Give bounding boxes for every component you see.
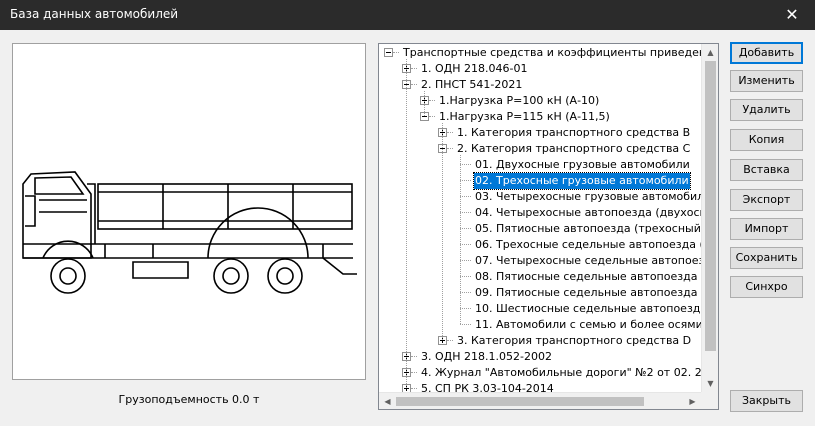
scroll-right-icon[interactable]: ▶ <box>684 393 701 409</box>
tree-item-label: 03. Четырехосные грузовые автомобили <box>475 190 701 203</box>
collapse-icon[interactable] <box>384 48 393 57</box>
scroll-down-icon[interactable]: ▼ <box>702 375 718 392</box>
sync-button[interactable]: Синхро <box>730 276 803 298</box>
close-icon[interactable]: ✕ <box>769 0 815 30</box>
tree-connector <box>460 292 471 293</box>
tree-item-label: Транспортные средства и коэффициенты при… <box>403 46 701 59</box>
tree-item[interactable]: 08. Пятиосные седельные автопоезда (двух <box>379 269 701 285</box>
vertical-scrollbar[interactable]: ▲ ▼ <box>701 44 718 392</box>
tree-connector <box>429 100 435 101</box>
tree-item[interactable]: 1.Нагрузка P=115 кН (А-11,5) <box>379 109 701 125</box>
tree-guide-line <box>460 155 461 324</box>
tree-item-label: 1.Нагрузка P=115 кН (А-11,5) <box>439 110 610 123</box>
add-button[interactable]: Добавить <box>730 42 803 64</box>
tree-item-label: 08. Пятиосные седельные автопоезда (двух <box>475 270 701 283</box>
tree-connector <box>429 116 435 117</box>
tree-item-label: 11. Автомобили с семью и более осями, и … <box>475 318 701 331</box>
tree-item[interactable]: 01. Двухосные грузовые автомобили <box>379 157 701 173</box>
tree-connector <box>411 372 417 373</box>
tree-item-label: 1.Нагрузка P=100 кН (А-10) <box>439 94 600 107</box>
close-button[interactable]: Закрыть <box>730 390 803 412</box>
tree-item[interactable]: Транспортные средства и коэффициенты при… <box>379 45 701 61</box>
tree-content: Транспортные средства и коэффициенты при… <box>379 44 701 392</box>
tree-connector <box>460 324 471 325</box>
tree-connector <box>460 244 471 245</box>
edit-button[interactable]: Изменить <box>730 70 803 92</box>
tree-item[interactable]: 03. Четырехосные грузовые автомобили <box>379 189 701 205</box>
horizontal-scrollbar[interactable]: ◀ ▶ <box>379 392 701 409</box>
tree-item-label: 2. ПНСТ 541-2021 <box>421 78 523 91</box>
tree-connector <box>411 356 417 357</box>
tree-item-label: 05. Пятиосные автопоезда (трехосный груз <box>475 222 701 235</box>
vehicle-preview <box>12 43 366 380</box>
copy-button[interactable]: Копия <box>730 129 803 151</box>
tree-item-label: 09. Пятиосные седельные автопоезда (трех <box>475 286 701 299</box>
tree-item-label: 02. Трехосные грузовые автомобили <box>473 172 691 190</box>
horizontal-scroll-thumb[interactable] <box>396 397 644 406</box>
tree-connector <box>460 276 471 277</box>
tree-connector <box>447 340 453 341</box>
tree-item[interactable]: 3. ОДН 218.1.052-2002 <box>379 349 701 365</box>
tree-item[interactable]: 04. Четырехосные автопоезда (двухосный <box>379 205 701 221</box>
tree-connector <box>447 132 453 133</box>
tree-item-label: 06. Трехосные седельные автопоезда (двух <box>475 238 701 251</box>
tree-connector <box>411 84 417 85</box>
tree-connector <box>460 180 471 181</box>
tree-item-label: 4. Журнал "Автомобильные дороги" №2 от 0… <box>421 366 701 379</box>
tree-item[interactable]: 3. Категория транспортного средства D <box>379 333 701 349</box>
truck-side-view-icon <box>22 171 357 294</box>
tree-item-label: 2. Категория транспортного средства С <box>457 142 691 155</box>
tree-item-label: 01. Двухосные грузовые автомобили <box>475 158 690 171</box>
tree-item[interactable]: 4. Журнал "Автомобильные дороги" №2 от 0… <box>379 365 701 381</box>
tree-item[interactable]: 02. Трехосные грузовые автомобили <box>379 172 701 190</box>
tree-item[interactable]: 10. Шестиосные седельные автопоезда <box>379 301 701 317</box>
tree-item[interactable]: 1.Нагрузка P=100 кН (А-10) <box>379 93 701 109</box>
tree-item-label: 3. Категория транспортного средства D <box>457 334 692 347</box>
tree-connector <box>460 164 471 165</box>
tree-item[interactable]: 07. Четырехосные седельные автопоезда ( <box>379 253 701 269</box>
tree-guide-line <box>424 91 425 116</box>
tree-guide-line <box>406 59 407 388</box>
tree-item-label: 07. Четырехосные седельные автопоезда ( <box>475 254 701 267</box>
vertical-scroll-thumb[interactable] <box>705 61 716 351</box>
import-button[interactable]: Импорт <box>730 218 803 240</box>
tree-item[interactable]: 11. Автомобили с семью и более осями, и … <box>379 317 701 333</box>
tree-connector <box>411 388 417 389</box>
tree-connector <box>460 228 471 229</box>
scroll-corner <box>701 392 718 409</box>
tree-connector <box>460 196 471 197</box>
tree-item-label: 3. ОДН 218.1.052-2002 <box>421 350 552 363</box>
tree-connector <box>460 260 471 261</box>
tree-guide-line <box>442 123 443 340</box>
tree-item[interactable]: 5. СП РК 3.03-104-2014 <box>379 381 701 392</box>
paste-button[interactable]: Вставка <box>730 159 803 181</box>
tree-item[interactable]: 2. Категория транспортного средства С <box>379 141 701 157</box>
window-title: База данных автомобилей <box>10 7 179 21</box>
tree-item[interactable]: 2. ПНСТ 541-2021 <box>379 77 701 93</box>
tree-item[interactable]: 1. ОДН 218.046-01 <box>379 61 701 77</box>
tree-item[interactable]: 1. Категория транспортного средства В <box>379 125 701 141</box>
delete-button[interactable]: Удалить <box>730 99 803 121</box>
tree-connector <box>460 308 471 309</box>
tree-connector <box>460 212 471 213</box>
export-button[interactable]: Экспорт <box>730 189 803 211</box>
tree-connector <box>393 52 399 53</box>
tree-item[interactable]: 06. Трехосные седельные автопоезда (двух <box>379 237 701 253</box>
title-bar: База данных автомобилей ✕ <box>0 0 815 30</box>
tree-item-label: 1. Категория транспортного средства В <box>457 126 691 139</box>
tree-item-label: 10. Шестиосные седельные автопоезда <box>475 302 701 315</box>
tree-connector <box>447 148 453 149</box>
capacity-label: Грузоподъемность 0.0 т <box>118 393 260 406</box>
save-button[interactable]: Сохранить <box>730 247 803 269</box>
vehicle-tree[interactable]: Транспортные средства и коэффициенты при… <box>378 43 719 410</box>
tree-item-label: 04. Четырехосные автопоезда (двухосный <box>475 206 701 219</box>
tree-item[interactable]: 05. Пятиосные автопоезда (трехосный груз <box>379 221 701 237</box>
scroll-left-icon[interactable]: ◀ <box>379 393 396 409</box>
tree-item[interactable]: 09. Пятиосные седельные автопоезда (трех <box>379 285 701 301</box>
scroll-up-icon[interactable]: ▲ <box>702 44 718 61</box>
tree-item-label: 5. СП РК 3.03-104-2014 <box>421 382 554 392</box>
tree-item-label: 1. ОДН 218.046-01 <box>421 62 528 75</box>
tree-connector <box>411 68 417 69</box>
